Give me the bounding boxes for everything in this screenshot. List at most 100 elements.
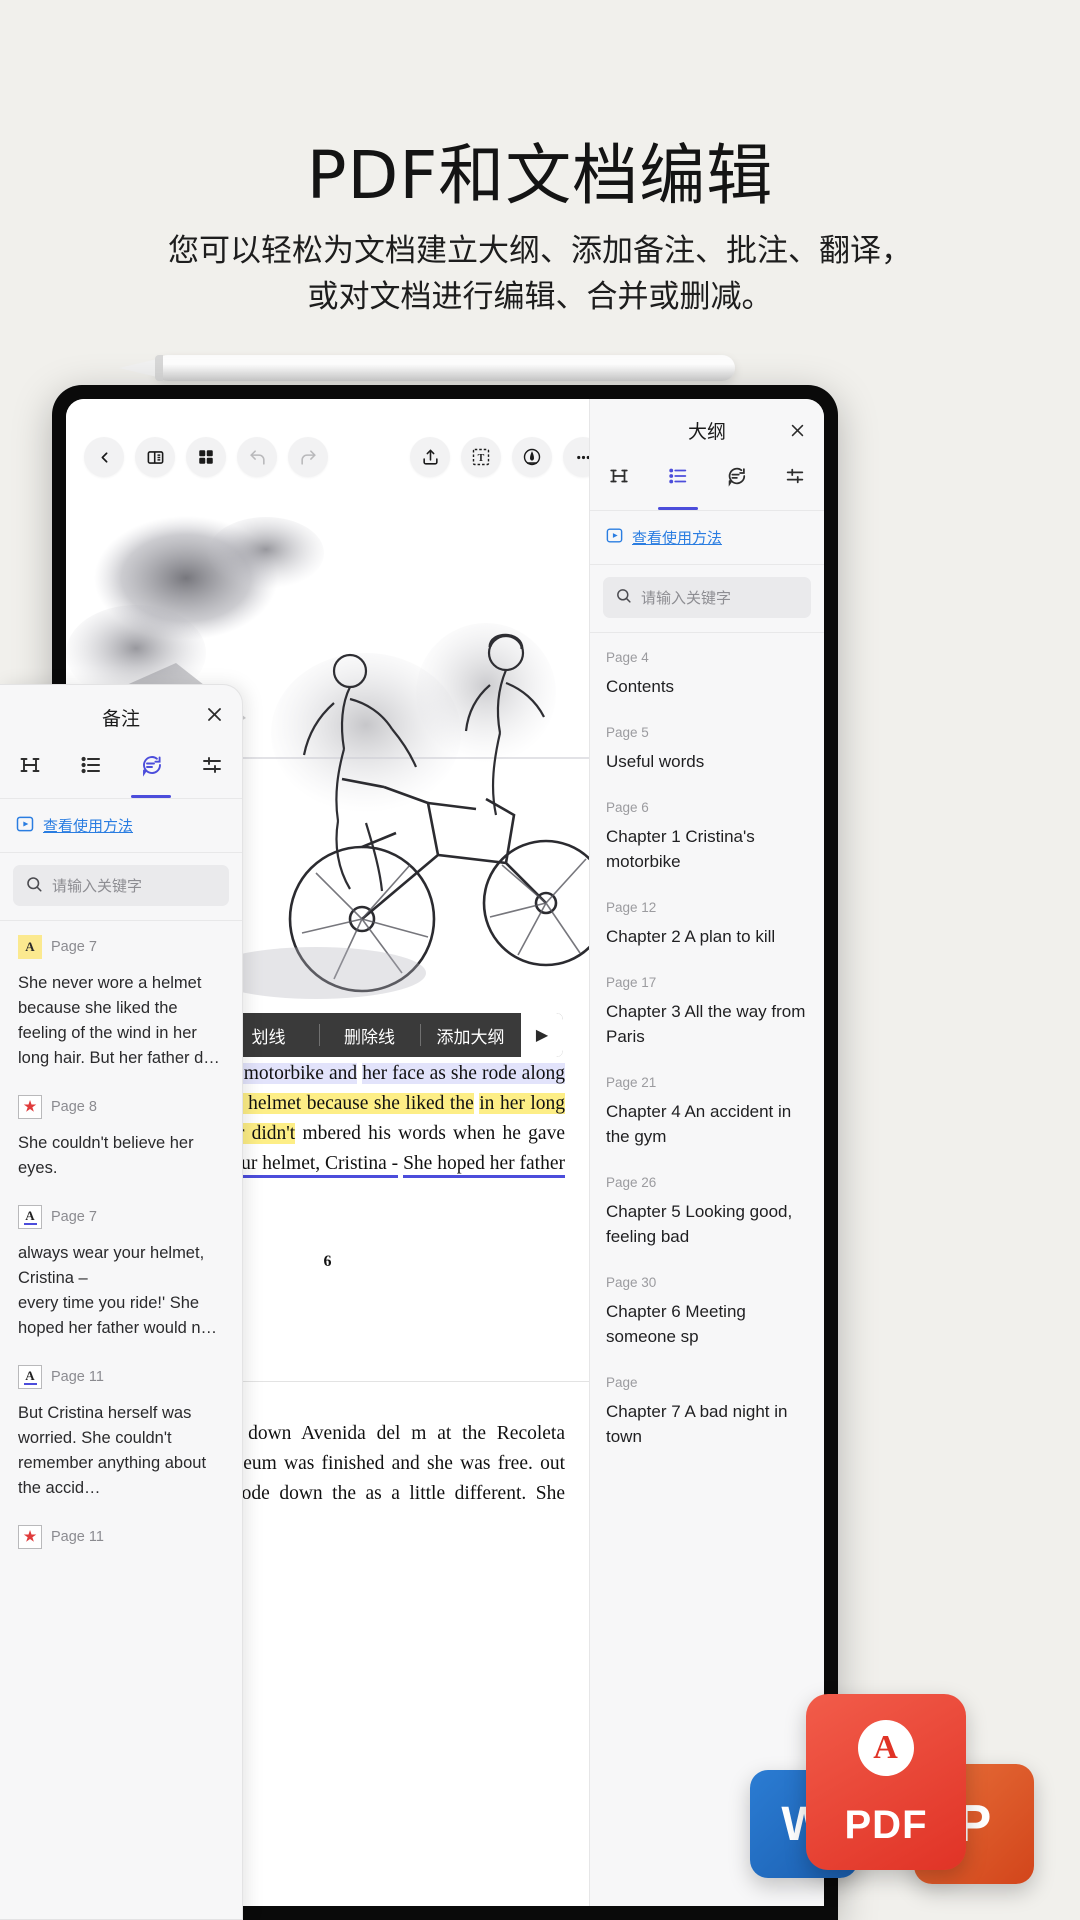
- notes-panel-tabs: [0, 749, 242, 799]
- close-icon[interactable]: [784, 417, 810, 443]
- outline-item[interactable]: Page 5 Useful words: [590, 712, 824, 787]
- outline-item-title: Contents: [606, 674, 808, 699]
- outline-item-list: Page 4 Contents Page 5 Useful words Page…: [590, 633, 824, 1462]
- outline-item[interactable]: Page 21 Chapter 4 An accident in the gym: [590, 1062, 824, 1162]
- page-subtitle: 您可以轻松为文档建立大纲、添加备注、批注、翻译， 或对文档进行编辑、合并或删减。: [0, 228, 1080, 320]
- outline-item-title: Chapter 7 A bad night in town: [606, 1399, 808, 1449]
- underline-badge-char: A: [25, 1209, 34, 1222]
- subtitle-line-2: 或对文档进行编辑、合并或删减。: [0, 274, 1080, 320]
- outline-item-page: Page 5: [606, 725, 808, 740]
- outline-panel-title: 大纲: [688, 417, 726, 444]
- underline-badge-char: A: [25, 1369, 34, 1382]
- tab-outline-list[interactable]: [61, 749, 122, 798]
- outline-item-page: Page 30: [606, 1275, 808, 1290]
- note-item[interactable]: ★ Page 11: [0, 1511, 242, 1571]
- outline-item-title: Chapter 3 All the way from Paris: [606, 999, 808, 1049]
- star-badge-icon: ★: [18, 1095, 42, 1119]
- tab-bookmark[interactable]: [590, 461, 649, 510]
- undo-arrow-icon[interactable]: [237, 437, 277, 477]
- pen-nib-icon[interactable]: [512, 437, 552, 477]
- outline-item[interactable]: Page 12 Chapter 2 A plan to kill: [590, 887, 824, 962]
- note-text: But Cristina herself was worried. She co…: [18, 1401, 224, 1501]
- play-icon: [15, 814, 35, 838]
- note-meta: A Page 7: [18, 935, 224, 959]
- notes-panel-header: 备注: [0, 685, 242, 749]
- underline-badge-icon: A: [18, 1365, 42, 1389]
- tab-bookmark[interactable]: [0, 749, 61, 798]
- outline-search-wrap: 请输入关键字: [590, 565, 824, 633]
- format-strikethrough-button[interactable]: 删除线: [319, 1013, 420, 1057]
- outline-item[interactable]: Page 4 Contents: [590, 637, 824, 712]
- outline-item-title: Useful words: [606, 749, 808, 774]
- note-page-label: Page 11: [51, 1529, 104, 1545]
- outline-item-page: Page 21: [606, 1075, 808, 1090]
- svg-text:T: T: [478, 453, 485, 464]
- note-meta: A Page 7: [18, 1205, 224, 1229]
- outline-item[interactable]: Page 26 Chapter 5 Looking good, feeling …: [590, 1162, 824, 1262]
- thumbnail-grid-icon[interactable]: [186, 437, 226, 477]
- close-icon[interactable]: [205, 705, 224, 729]
- document-toolbar: T: [66, 429, 589, 485]
- note-item[interactable]: A Page 11 But Cristina herself was worri…: [0, 1351, 242, 1511]
- pdf-label: PDF: [845, 1803, 928, 1848]
- tab-comments[interactable]: [707, 461, 766, 510]
- back-chevron-icon[interactable]: [84, 437, 124, 477]
- outline-item-page: Page 12: [606, 900, 808, 915]
- selection-format-toolbar[interactable]: 划线 删除线 添加大纲 ▶: [218, 1013, 563, 1057]
- notes-panel-title: 备注: [102, 704, 140, 731]
- tab-comments[interactable]: [121, 749, 182, 798]
- highlight-badge-icon: A: [18, 935, 42, 959]
- tab-settings[interactable]: [766, 461, 825, 510]
- star-badge-icon: ★: [18, 1525, 42, 1549]
- outline-item[interactable]: Page 17 Chapter 3 All the way from Paris: [590, 962, 824, 1062]
- note-item[interactable]: A Page 7 always wear your helmet, Cristi…: [0, 1191, 242, 1351]
- play-icon: [605, 526, 624, 549]
- stylus-pen: [155, 355, 735, 381]
- note-item[interactable]: ★ Page 8 She couldn't believe her eyes.: [0, 1081, 242, 1191]
- note-page-label: Page 8: [51, 1099, 97, 1115]
- text-select-icon[interactable]: T: [461, 437, 501, 477]
- search-icon: [25, 875, 43, 897]
- outline-item-title: Chapter 6 Meeting someone sp: [606, 1299, 808, 1349]
- page-title: PDF和文档编辑: [0, 122, 1080, 218]
- note-meta: ★ Page 11: [18, 1525, 224, 1549]
- promo-page: PDF和文档编辑 您可以轻松为文档建立大纲、添加备注、批注、翻译， 或对文档进行…: [0, 0, 1080, 1920]
- outline-item[interactable]: Page 6 Chapter 1 Cristina's motorbike: [590, 787, 824, 887]
- outline-panel-tabs: [590, 461, 824, 511]
- outline-item-title: Chapter 1 Cristina's motorbike: [606, 824, 808, 874]
- notes-howto-link[interactable]: 查看使用方法: [0, 799, 242, 853]
- outline-search-input[interactable]: 请输入关键字: [603, 577, 811, 618]
- redo-arrow-icon[interactable]: [288, 437, 328, 477]
- outline-item-title: Chapter 4 An accident in the gym: [606, 1099, 808, 1149]
- outline-search-placeholder: 请输入关键字: [641, 587, 731, 608]
- outline-item[interactable]: Page 30 Chapter 6 Meeting someone sp: [590, 1262, 824, 1362]
- outline-panel-header: 大纲: [590, 399, 824, 461]
- outline-panel: 大纲: [589, 399, 824, 1906]
- notes-panel: 备注 查看使用方法: [0, 684, 243, 1920]
- note-meta: A Page 11: [18, 1365, 224, 1389]
- notes-search-placeholder: 请输入关键字: [52, 875, 142, 896]
- notes-howto-label: 查看使用方法: [43, 815, 133, 836]
- outline-item[interactable]: Page Chapter 7 A bad night in town: [590, 1362, 824, 1462]
- outline-item-page: Page 26: [606, 1175, 808, 1190]
- format-next-button[interactable]: ▶: [521, 1013, 563, 1057]
- notes-search-wrap: 请输入关键字: [0, 853, 242, 921]
- file-format-badges: W P A PDF: [732, 1682, 1072, 1912]
- outline-item-page: Page 6: [606, 800, 808, 815]
- outline-item-page: Page 17: [606, 975, 808, 990]
- note-page-label: Page 7: [51, 1209, 97, 1225]
- underline-badge-icon: A: [18, 1205, 42, 1229]
- format-add-outline-button[interactable]: 添加大纲: [420, 1013, 521, 1057]
- outline-howto-link[interactable]: 查看使用方法: [590, 511, 824, 565]
- tab-settings[interactable]: [182, 749, 243, 798]
- sidebar-panel-icon[interactable]: [135, 437, 175, 477]
- outline-item-page: Page 4: [606, 650, 808, 665]
- outline-item-title: Chapter 5 Looking good, feeling bad: [606, 1199, 808, 1249]
- notes-search-input[interactable]: 请输入关键字: [13, 865, 229, 906]
- tab-outline-list[interactable]: [649, 461, 708, 510]
- note-item[interactable]: A Page 7 She never wore a helmet because…: [0, 921, 242, 1081]
- share-upload-icon[interactable]: [410, 437, 450, 477]
- note-page-label: Page 11: [51, 1369, 104, 1385]
- note-page-label: Page 7: [51, 939, 97, 955]
- outline-howto-label: 查看使用方法: [632, 527, 722, 548]
